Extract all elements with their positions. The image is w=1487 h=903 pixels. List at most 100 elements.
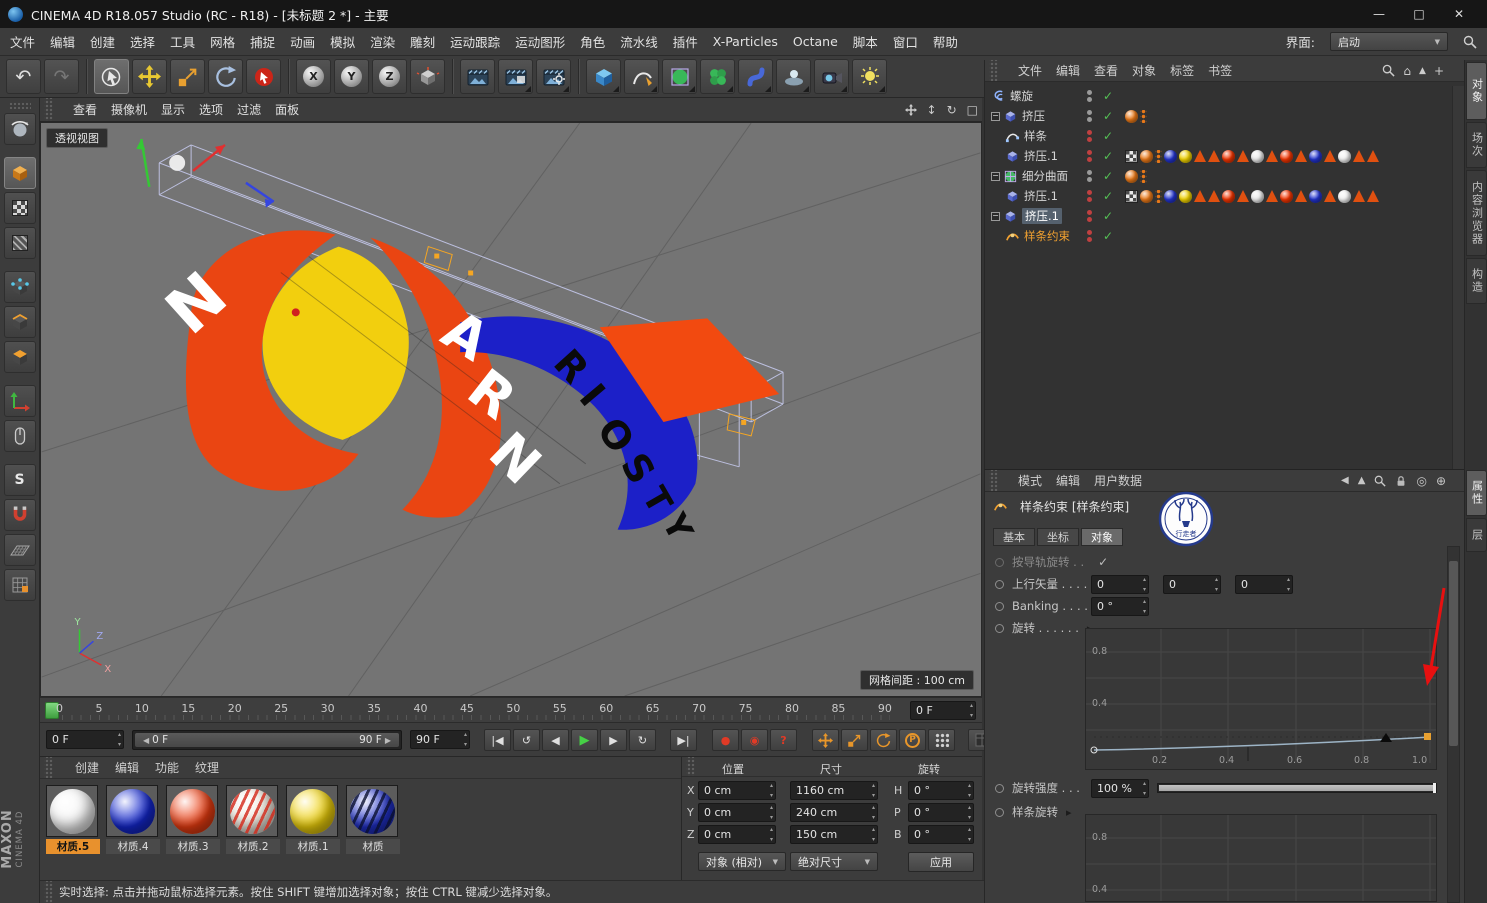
timeline-range-slider[interactable]: ◀ 0 F 90 F ▶ <box>132 730 402 750</box>
texture-tag-sphere-icon[interactable] <box>1338 149 1351 163</box>
rotation-strength-slider[interactable] <box>1157 783 1437 793</box>
material-name[interactable]: 材质.5 <box>46 839 100 854</box>
texture-tag-triangle-icon[interactable] <box>1266 150 1278 162</box>
material-item[interactable]: 材质.4 <box>106 785 160 854</box>
up-vector-y-field[interactable]: 0 <box>1163 574 1221 594</box>
material-name[interactable]: 材质.3 <box>166 839 220 854</box>
visibility-dots[interactable] <box>1087 149 1092 163</box>
visibility-dots[interactable] <box>1087 169 1092 183</box>
texture-tag-triangle-icon[interactable] <box>1208 190 1220 202</box>
panel-grip[interactable] <box>8 102 31 109</box>
texture-tag-sphere-icon[interactable] <box>1125 109 1138 123</box>
dolly-view-icon[interactable]: ↕ <box>927 103 937 117</box>
coords-mode-dropdown[interactable]: 对象 (相对) <box>698 852 786 871</box>
position-y-field[interactable]: 0 cm <box>698 803 776 822</box>
menu-file[interactable]: 文件 <box>10 32 35 51</box>
material-name[interactable]: 材质.2 <box>226 839 280 854</box>
current-frame-field[interactable]: 0 F <box>46 730 124 749</box>
key-parameter-toggle[interactable]: P <box>899 729 926 751</box>
new-panel-icon[interactable]: ⊕ <box>1436 474 1446 488</box>
object-row-extrude-1[interactable]: 挤压.1 ✓ <box>985 146 1450 166</box>
object-row-sds[interactable]: 细分曲面 ✓ <box>985 166 1450 186</box>
model-mode-icon[interactable] <box>3 157 36 189</box>
close-button[interactable]: ✕ <box>1439 7 1479 21</box>
position-x-field[interactable]: 0 cm <box>698 781 776 800</box>
render-view-button[interactable] <box>460 59 495 94</box>
key-scale-toggle[interactable] <box>841 729 868 751</box>
apply-button[interactable]: 应用 <box>908 852 974 872</box>
keyframe-selection-button[interactable]: ? <box>770 729 797 751</box>
up-icon[interactable]: ▲ <box>1419 66 1426 76</box>
edges-mode-icon[interactable] <box>3 306 36 338</box>
play-button[interactable]: ▶ <box>571 729 598 751</box>
size-y-field[interactable]: 240 cm <box>790 803 878 822</box>
search-icon[interactable] <box>1463 35 1477 49</box>
position-z-field[interactable]: 0 cm <box>698 825 776 844</box>
keyframe-circle-icon[interactable] <box>995 783 1004 793</box>
menu-snap[interactable]: 捕捉 <box>250 32 275 51</box>
rotation-b-field[interactable]: 0 ° <box>908 825 974 844</box>
tab-layers-panel[interactable]: 层 <box>1466 518 1487 552</box>
workplane-mode-icon[interactable] <box>3 227 36 259</box>
next-frame-button[interactable]: ▶ <box>600 729 627 751</box>
texture-tag-triangle-icon[interactable] <box>1367 190 1379 202</box>
menu-select[interactable]: 选择 <box>130 32 155 51</box>
texture-tag-triangle-icon[interactable] <box>1324 150 1336 162</box>
undo-button[interactable]: ↶ <box>6 59 41 94</box>
menu-render[interactable]: 渲染 <box>370 32 395 51</box>
material-item[interactable]: 材质.2 <box>226 785 280 854</box>
texture-tag-sphere-icon[interactable] <box>1164 189 1177 203</box>
lock-z-axis-button[interactable]: Z <box>372 59 407 94</box>
record-keyframe-button[interactable]: ● <box>712 729 739 751</box>
gizmo-center-handle[interactable] <box>169 154 186 171</box>
texture-tag-sphere-icon[interactable] <box>1164 149 1177 163</box>
add-camera-button[interactable] <box>814 59 849 94</box>
texture-tag-sphere-icon[interactable] <box>1338 189 1351 203</box>
om-menu-object[interactable]: 对象 <box>1132 62 1156 79</box>
viewport-menu-view[interactable]: 查看 <box>73 101 97 118</box>
tab-basic[interactable]: 基本 <box>993 528 1035 546</box>
om-menu-view[interactable]: 查看 <box>1094 62 1118 79</box>
history-up-icon[interactable]: ▲ <box>1358 475 1366 486</box>
expand-toggle[interactable] <box>991 111 1000 121</box>
add-light-button[interactable] <box>852 59 887 94</box>
expand-triangle-icon[interactable]: ▸ <box>1066 806 1072 819</box>
material-item[interactable]: 材质.5 <box>46 785 100 854</box>
texture-tag-sphere-icon[interactable] <box>1280 149 1293 163</box>
attr-menu-mode[interactable]: 模式 <box>1018 472 1042 489</box>
texture-tag-sphere-icon[interactable] <box>1140 189 1153 203</box>
size-z-field[interactable]: 150 cm <box>790 825 878 844</box>
texture-tag-sphere-icon[interactable] <box>1179 189 1192 203</box>
menu-motion-tracker[interactable]: 运动跟踪 <box>450 32 500 51</box>
minimize-button[interactable]: — <box>1359 7 1399 21</box>
material-menu-edit[interactable]: 编辑 <box>115 759 139 776</box>
tab-objects-panel[interactable]: 对象 <box>1466 62 1487 120</box>
workplane-grid-icon[interactable] <box>3 569 36 601</box>
up-vector-x-field[interactable]: 0 <box>1091 574 1149 594</box>
range-handle-left-icon[interactable]: ◀ <box>143 736 149 745</box>
material-menu-create[interactable]: 创建 <box>75 759 99 776</box>
previous-key-button[interactable]: ↺ <box>513 729 540 751</box>
end-frame-field[interactable]: 90 F <box>410 730 470 749</box>
expand-toggle[interactable] <box>991 171 1000 181</box>
texture-mode-icon[interactable] <box>3 192 36 224</box>
rotation-curve-graph[interactable]: 0.8 0.4 0.2 0.4 0.6 0.8 1.0 <box>1085 628 1437 770</box>
key-position-toggle[interactable] <box>812 729 839 751</box>
visibility-dots[interactable] <box>1087 229 1092 243</box>
snap-toggle-icon[interactable]: S <box>3 464 36 496</box>
texture-tag-triangle-icon[interactable] <box>1194 190 1206 202</box>
visibility-dots[interactable] <box>1087 89 1092 103</box>
visibility-dots[interactable] <box>1087 129 1092 143</box>
points-mode-icon[interactable] <box>3 271 36 303</box>
keyframe-circle-icon[interactable] <box>995 623 1004 633</box>
history-back-icon[interactable]: ◀ <box>1341 475 1349 486</box>
viewport-menu-panel[interactable]: 面板 <box>275 101 299 118</box>
workplane-lock-icon[interactable] <box>3 534 36 566</box>
material-item[interactable]: 材质.3 <box>166 785 220 854</box>
viewport-solo-icon[interactable] <box>3 420 36 452</box>
menu-mograph[interactable]: 运动图形 <box>515 32 565 51</box>
om-menu-edit[interactable]: 编辑 <box>1056 62 1080 79</box>
panel-grip[interactable] <box>686 757 695 776</box>
menu-window[interactable]: 窗口 <box>893 32 918 51</box>
texture-tag-dots-icon[interactable] <box>1140 169 1147 183</box>
